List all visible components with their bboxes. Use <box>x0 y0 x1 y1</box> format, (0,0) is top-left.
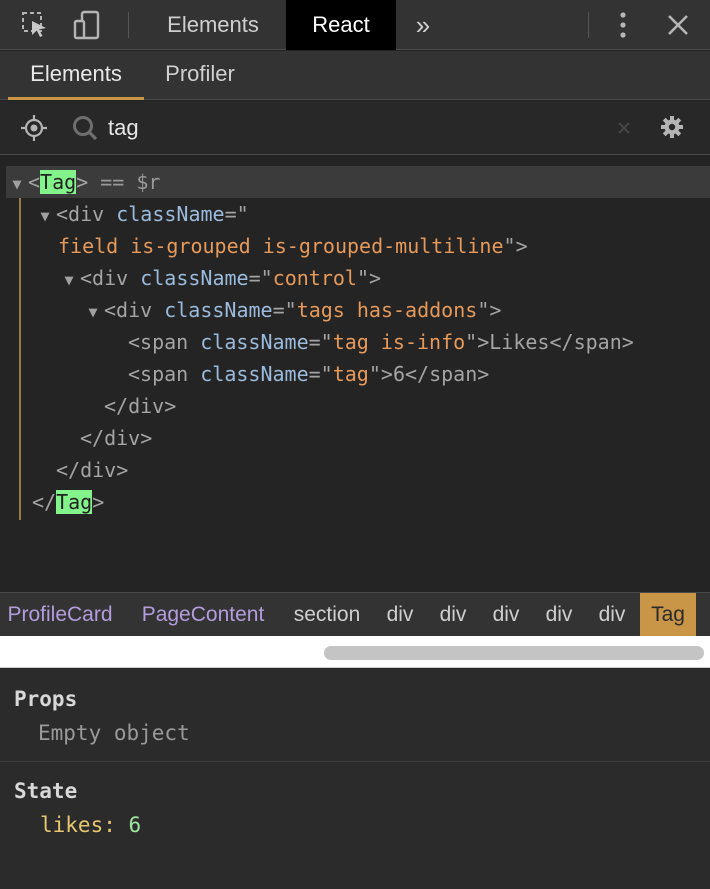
tree-node-div-field[interactable]: ▼ <div className=" <box>34 198 248 232</box>
select-element-icon[interactable] <box>20 114 48 147</box>
breadcrumb-div[interactable]: div <box>374 593 426 637</box>
search-input[interactable] <box>108 111 598 145</box>
inspect-icon[interactable] <box>12 0 58 50</box>
state-heading: State <box>14 779 78 803</box>
props-empty-text: Empty object <box>38 721 190 745</box>
breadcrumb-div[interactable]: div <box>480 593 532 637</box>
collapse-triangle-icon[interactable]: ▼ <box>82 296 104 328</box>
breadcrumb-div[interactable]: div <box>586 593 638 637</box>
breadcrumb-profilecard[interactable]: ProfileCard <box>2 593 118 637</box>
breadcrumb-div[interactable]: div <box>427 593 479 637</box>
clear-search-icon[interactable] <box>614 118 634 143</box>
breadcrumb-div[interactable]: div <box>533 593 585 637</box>
collapse-triangle-icon[interactable]: ▼ <box>6 168 28 200</box>
overflow-tabs-button[interactable]: » <box>400 0 446 50</box>
collapse-triangle-icon[interactable]: ▼ <box>34 200 56 232</box>
react-subtabs: Elements Profiler <box>0 51 710 100</box>
devtools-toolbar: Elements React » <box>0 0 710 50</box>
tree-guide-line <box>19 196 21 520</box>
tab-components-elements[interactable]: Elements <box>8 51 144 100</box>
scrollbar-thumb[interactable] <box>324 646 704 660</box>
toolbar-divider <box>588 12 589 38</box>
section-divider <box>0 761 710 762</box>
toolbar-divider <box>128 12 129 38</box>
breadcrumb-pagecontent[interactable]: PageContent <box>130 593 276 637</box>
tree-node-div-field-value: field is-grouped is-grouped-multiline"> <box>58 234 528 258</box>
tab-profiler[interactable]: Profiler <box>150 51 250 100</box>
state-value[interactable]: 6 <box>129 813 142 837</box>
tree-node-span-likes[interactable]: <span className="tag is-info">Likes</spa… <box>128 326 634 358</box>
search-bar <box>0 101 710 155</box>
tree-node-span-count[interactable]: <span className="tag">6</span> <box>128 358 489 390</box>
breadcrumb: ProfileCard PageContent section div div … <box>0 592 710 637</box>
tree-node-tag-selected[interactable]: ▼ <Tag> == $r <box>6 166 710 198</box>
tree-node-tag-close[interactable]: </Tag> <box>32 486 104 518</box>
breadcrumb-tag-active[interactable]: Tag <box>640 593 696 637</box>
collapse-triangle-icon[interactable]: ▼ <box>58 264 80 296</box>
tree-node-div-control[interactable]: ▼ <div className="control"> <box>58 262 381 294</box>
component-tree: ▼ <Tag> == $r ▼ <div className=" field is-… <box>0 156 710 591</box>
breadcrumb-section[interactable]: section <box>284 593 370 637</box>
state-entry-likes[interactable]: likes: 6 <box>40 813 141 837</box>
tree-node-div-close: </div> <box>56 458 129 482</box>
props-state-panel: Props Empty object State likes: 6 <box>0 669 710 889</box>
state-key: likes <box>40 813 104 837</box>
search-icon <box>72 115 98 146</box>
tree-node-div-close: </div> <box>80 426 153 450</box>
tree-node-div-close: </div> <box>104 394 177 418</box>
tree-node-div-tags[interactable]: ▼ <div className="tags has-addons"> <box>82 294 501 326</box>
settings-gear-icon[interactable] <box>660 115 684 144</box>
close-icon[interactable] <box>655 0 701 50</box>
device-toggle-icon[interactable] <box>64 0 110 50</box>
tab-elements[interactable]: Elements <box>140 0 286 50</box>
tab-react[interactable]: React <box>286 0 396 50</box>
props-heading: Props <box>14 687 78 711</box>
breadcrumb-scrollbar[interactable] <box>0 636 710 668</box>
more-icon[interactable] <box>600 0 646 50</box>
